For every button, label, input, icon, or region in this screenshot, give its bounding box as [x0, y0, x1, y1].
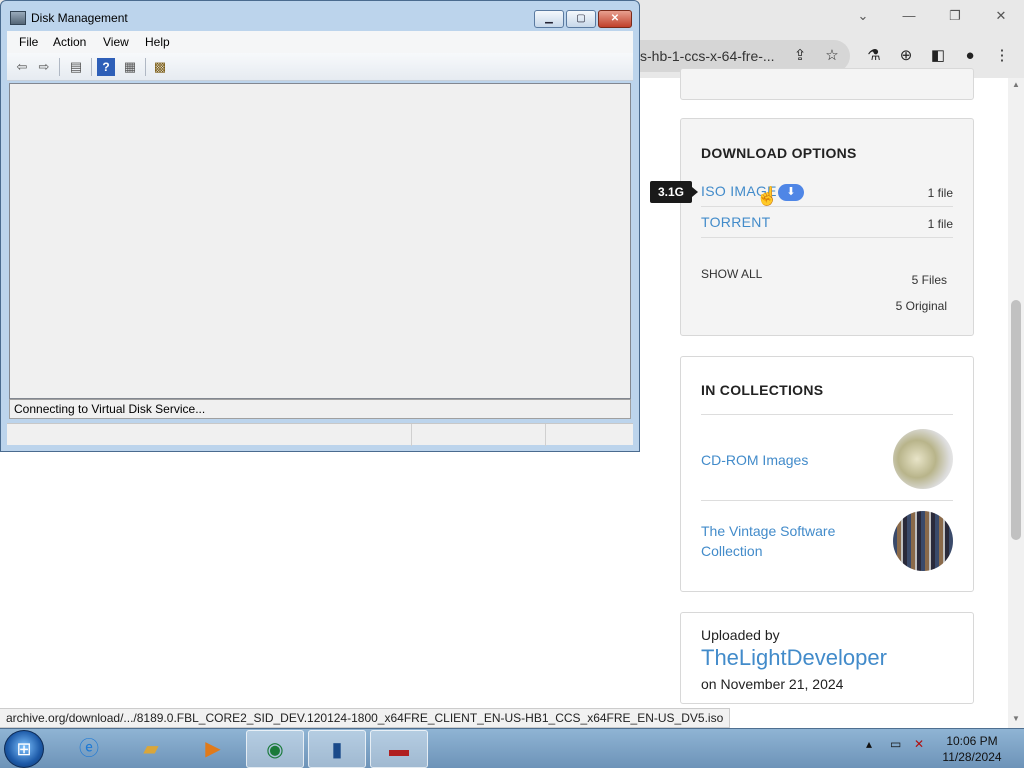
bookmark-star-icon[interactable]: ☆	[820, 44, 844, 68]
volume-muted-icon[interactable]: ✕	[914, 737, 924, 751]
share-icon[interactable]: ⇪	[788, 44, 812, 68]
dm-maximize-button[interactable]: ▢	[566, 10, 596, 28]
download-row-iso: ISO IMAGE ⬇ 1 file	[701, 177, 953, 207]
uploaded-by-label: Uploaded by	[701, 627, 780, 643]
clock-time: 10:06 PM	[946, 734, 998, 748]
system-clock[interactable]: 10:06 PM 11/28/2024	[936, 733, 1008, 765]
menu-help[interactable]: Help	[145, 35, 170, 49]
chrome-icon[interactable]: ◉	[246, 730, 304, 768]
disk-management-taskbar-icon[interactable]: ▮	[308, 730, 366, 768]
disk-settings-icon[interactable]: ▩	[151, 58, 169, 76]
taskbar: ⊞ ⓔ ▰ ▶ ◉ ▮ ▬ ▴ ▭ ✕ 10:06 PM 11/28/2024	[0, 728, 1024, 768]
browser-restore-button[interactable]: ❐	[940, 6, 970, 26]
help-icon[interactable]: ?	[97, 58, 115, 76]
download-options-title: DOWNLOAD OPTIONS	[701, 145, 857, 161]
files-count[interactable]: 5 Files	[912, 273, 947, 287]
show-hide-tree-icon[interactable]: ▤	[67, 58, 85, 76]
collection-cdrom-link[interactable]: CD-ROM Images	[701, 450, 851, 470]
download-icon[interactable]: ⬇	[778, 184, 804, 201]
uploader-card: Uploaded by TheLightDeveloper on Novembe…	[680, 612, 974, 704]
download-icon[interactable]: ⊕	[894, 44, 918, 68]
collections-title: IN COLLECTIONS	[701, 382, 824, 398]
collection-cdrom-thumbnail[interactable]	[893, 429, 953, 489]
browser-menu-icon[interactable]: ⋮	[990, 44, 1014, 68]
previous-card	[680, 68, 974, 100]
scrollbar-thumb[interactable]	[1011, 300, 1021, 540]
toolbar-separator	[91, 58, 92, 76]
download-row-torrent: TORRENT 1 file	[701, 208, 953, 238]
download-options-card: DOWNLOAD OPTIONS ISO IMAGE ⬇ 1 file TORR…	[680, 118, 974, 336]
page-scrollbar[interactable]: ▲ ▼	[1008, 78, 1024, 728]
back-arrow-icon[interactable]: ⇦	[13, 58, 31, 76]
statusbar-pane	[411, 424, 545, 446]
media-player-icon[interactable]: ▶	[184, 730, 242, 768]
dm-title: Disk Management	[31, 11, 128, 25]
browser-close-button[interactable]: ✕	[986, 6, 1016, 26]
dm-menubar: File Action View Help	[7, 31, 633, 53]
statusbar-pane	[545, 424, 633, 446]
dm-minimize-button[interactable]: ▁	[534, 10, 564, 28]
disk-management-window: Disk Management ▁ ▢ ✕ File Action View H…	[0, 0, 640, 452]
toolbox-icon[interactable]: ▬	[370, 730, 428, 768]
file-explorer-icon[interactable]: ▰	[122, 730, 180, 768]
side-panel-icon[interactable]: ◧	[926, 44, 950, 68]
show-all-link[interactable]: SHOW ALL	[701, 267, 762, 281]
start-button[interactable]: ⊞	[4, 730, 44, 768]
divider	[701, 500, 953, 501]
show-hidden-icons-icon[interactable]: ▴	[866, 737, 872, 751]
scroll-up-arrow-icon[interactable]: ▲	[1008, 78, 1024, 92]
disk-management-app-icon	[10, 11, 26, 25]
collection-vintage-software-thumbnail[interactable]	[893, 511, 953, 571]
dm-status-text: Connecting to Virtual Disk Service...	[9, 399, 631, 419]
scroll-down-arrow-icon[interactable]: ▼	[1008, 712, 1024, 726]
tab-search-button[interactable]: ⌄	[848, 6, 878, 26]
divider	[701, 414, 953, 415]
menu-view[interactable]: View	[103, 35, 129, 49]
file-size-tooltip: 3.1G	[650, 181, 698, 203]
browser-minimize-button[interactable]: —	[894, 6, 924, 26]
toolbar-separator	[145, 58, 146, 76]
address-bar-text: s-hb-1-ccs-x-64-fre-...	[640, 48, 775, 64]
clock-date: 11/28/2024	[942, 750, 1002, 764]
original-count[interactable]: 5 Original	[896, 299, 947, 313]
uploader-name-link[interactable]: TheLightDeveloper	[701, 645, 887, 671]
profile-icon[interactable]: ●	[958, 44, 982, 68]
dm-toolbar: ⇦ ⇨ ▤ ? ▦ ▩	[7, 53, 633, 81]
collections-card: IN COLLECTIONS CD-ROM Images The Vintage…	[680, 356, 974, 592]
link-status-url: archive.org/download/.../8189.0.FBL_CORE…	[0, 708, 731, 728]
network-icon[interactable]: ▭	[890, 737, 901, 751]
dm-titlebar[interactable]: Disk Management ▁ ▢ ✕	[1, 1, 639, 31]
menu-file[interactable]: File	[19, 35, 38, 49]
internet-explorer-icon[interactable]: ⓔ	[60, 730, 118, 768]
upload-date: on November 21, 2024	[701, 676, 844, 692]
dm-statusbar	[7, 423, 633, 446]
iso-file-count: 1 file	[927, 186, 953, 200]
menu-action[interactable]: Action	[53, 35, 86, 49]
properties-icon[interactable]: ▦	[121, 58, 139, 76]
toolbar-separator	[59, 58, 60, 76]
hand-cursor-icon: ☝	[756, 186, 779, 206]
collection-vintage-software-link[interactable]: The Vintage Software Collection	[701, 521, 851, 561]
labs-flask-icon[interactable]: ⚗	[862, 44, 886, 68]
torrent-link[interactable]: TORRENT	[701, 214, 771, 230]
dm-content-area[interactable]	[9, 83, 631, 399]
torrent-file-count: 1 file	[927, 217, 953, 231]
forward-arrow-icon[interactable]: ⇨	[35, 58, 53, 76]
dm-close-button[interactable]: ✕	[598, 10, 632, 28]
